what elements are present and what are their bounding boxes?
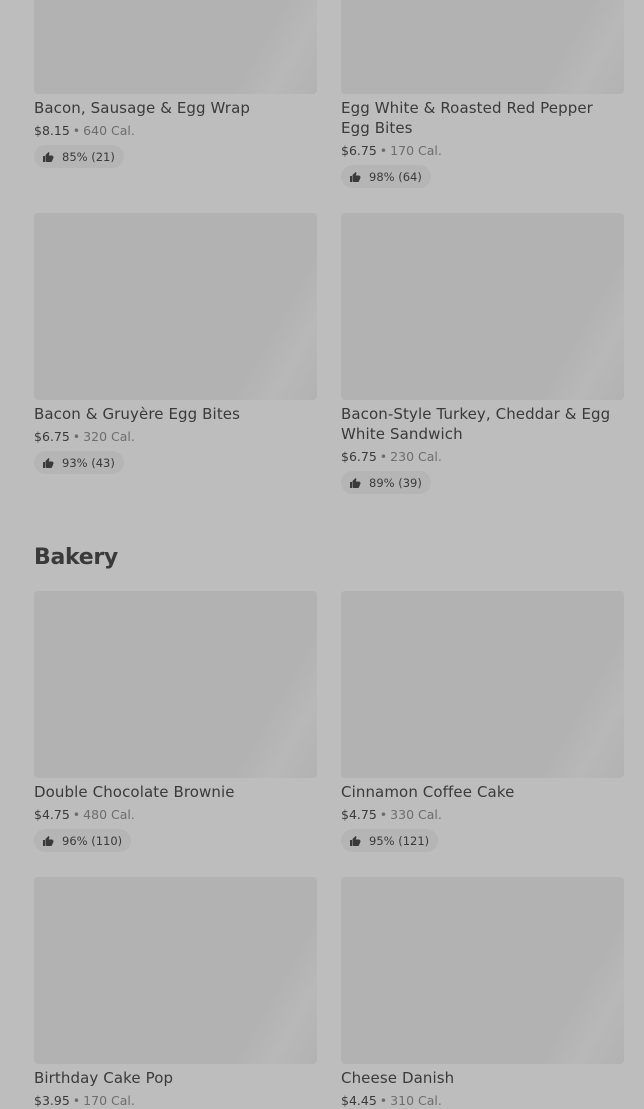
item-image [34,0,317,94]
item-meta: $6.75 • 230 Cal. [341,449,442,465]
meta-separator: • [379,143,388,158]
item-price: $4.45 [341,1093,377,1108]
rating-text: 96% (110) [62,833,123,848]
item-calories: 230 Cal. [390,449,442,464]
meta-separator: • [72,123,81,138]
item-price: $6.75 [341,143,377,158]
item-calories: 480 Cal. [83,807,135,822]
item-calories: 170 Cal. [83,1093,135,1108]
thumbs-up-icon [350,171,361,182]
item-name: Egg White & Roasted Red Pepper Egg Bites [341,99,593,137]
item-name: Cheese Danish [341,1069,455,1087]
item-image [34,877,317,1064]
rating-badge: 98% (64) [341,165,431,188]
item-image [34,213,317,400]
thumbs-up-icon [43,835,54,846]
rating-badge: 89% (39) [341,471,431,494]
item-price: $3.95 [34,1093,70,1108]
rating-text: 98% (64) [369,169,422,184]
item-meta: $4.75 • 330 Cal. [341,807,442,823]
item-name: Bacon, Sausage & Egg Wrap [34,99,250,117]
item-meta: $3.95 • 170 Cal. [34,1093,135,1109]
meta-separator: • [72,429,81,444]
item-calories: 640 Cal. [83,123,135,138]
item-image [341,591,624,778]
item-calories: 310 Cal. [390,1093,442,1108]
meta-separator: • [72,807,81,822]
rating-badge: 96% (110) [34,829,132,852]
item-image [341,0,624,94]
meta-separator: • [72,1093,81,1108]
rating-text: 89% (39) [369,475,422,490]
rating-badge: 93% (43) [34,451,124,474]
item-price: $6.75 [34,429,70,444]
item-meta: $4.45 • 310 Cal. [341,1093,442,1109]
meta-separator: • [379,449,388,464]
item-meta: $6.75 • 320 Cal. [34,429,135,445]
thumbs-up-icon [43,457,54,468]
rating-badge: 85% (21) [34,145,124,168]
rating-badge: 95% (121) [341,829,439,852]
item-image [34,591,317,778]
rating-text: 93% (43) [62,455,115,470]
thumbs-up-icon [350,477,361,488]
item-meta: $4.75 • 480 Cal. [34,807,135,823]
item-price: $4.75 [34,807,70,822]
item-calories: 330 Cal. [390,807,442,822]
item-image [341,877,624,1064]
item-meta: $8.15 • 640 Cal. [34,123,135,139]
item-image [341,213,624,400]
rating-text: 85% (21) [62,149,115,164]
section-title-bakery: Bakery [34,545,118,570]
item-price: $8.15 [34,123,70,138]
item-price: $4.75 [341,807,377,822]
item-name: Birthday Cake Pop [34,1069,174,1087]
meta-separator: • [379,807,388,822]
meta-separator: • [379,1093,388,1108]
item-meta: $6.75 • 170 Cal. [341,143,442,159]
item-name: Bacon-Style Turkey, Cheddar & Egg White … [341,405,611,443]
item-name: Cinnamon Coffee Cake [341,783,515,801]
item-calories: 320 Cal. [83,429,135,444]
item-calories: 170 Cal. [390,143,442,158]
rating-text: 95% (121) [369,833,430,848]
thumbs-up-icon [350,835,361,846]
item-name: Double Chocolate Brownie [34,783,235,801]
item-price: $6.75 [341,449,377,464]
thumbs-up-icon [43,151,54,162]
item-name: Bacon & Gruyère Egg Bites [34,405,241,423]
